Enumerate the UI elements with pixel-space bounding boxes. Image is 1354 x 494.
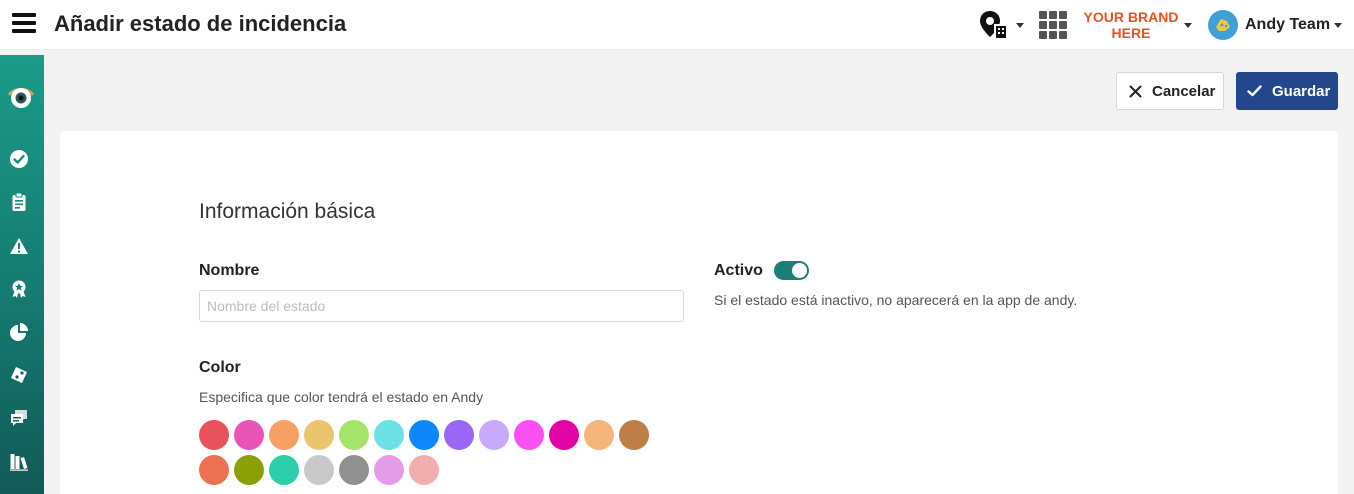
color-swatch[interactable] (269, 455, 299, 485)
color-swatch[interactable] (234, 420, 264, 450)
color-label: Color (199, 359, 241, 376)
check-icon (1247, 85, 1262, 97)
location-selector[interactable] (978, 0, 1024, 50)
color-help-text: Especifica que color tendrá el estado en… (199, 389, 484, 405)
page-title: Añadir estado de incidencia (54, 11, 347, 36)
form-card: Información básica Nombre Activo Si el e… (60, 131, 1338, 494)
user-avatar-icon (1216, 19, 1230, 31)
color-swatch[interactable] (514, 420, 544, 450)
color-swatch[interactable] (619, 420, 649, 450)
color-swatch[interactable] (304, 420, 334, 450)
color-swatch[interactable] (549, 420, 579, 450)
color-swatch[interactable] (444, 420, 474, 450)
color-swatch[interactable] (199, 420, 229, 450)
chat-icon[interactable] (9, 408, 29, 428)
brand-selector[interactable]: YOUR BRAND HERE (1082, 0, 1192, 50)
apps-grid-icon (1039, 11, 1067, 39)
eye-logo-icon[interactable] (6, 81, 36, 111)
pie-chart-icon[interactable] (9, 322, 29, 342)
name-input[interactable] (199, 290, 684, 322)
award-icon[interactable] (9, 279, 29, 299)
chevron-down-icon (1184, 22, 1192, 28)
avatar (1208, 10, 1238, 40)
check-circle-icon[interactable] (9, 149, 29, 169)
active-help-text: Si el estado está inactivo, no aparecerá… (714, 292, 1078, 308)
chevron-down-icon (1016, 22, 1024, 28)
apps-grid-button[interactable] (1039, 0, 1067, 50)
ticket-icon[interactable] (9, 365, 29, 385)
color-swatch[interactable] (584, 420, 614, 450)
books-icon[interactable] (9, 451, 29, 471)
warning-icon[interactable] (9, 236, 29, 256)
user-name: Andy Team (1245, 16, 1331, 33)
close-icon (1129, 85, 1142, 97)
toggle-knob (792, 263, 807, 278)
top-bar: Añadir estado de incidencia YOUR BRAND H… (0, 0, 1354, 50)
color-swatch[interactable] (339, 420, 369, 450)
color-swatch[interactable] (479, 420, 509, 450)
color-swatch[interactable] (304, 455, 334, 485)
name-label: Nombre (199, 262, 260, 279)
sidebar (0, 55, 44, 494)
active-label: Activo (714, 262, 763, 279)
section-title: Información básica (199, 200, 376, 223)
color-swatch[interactable] (374, 455, 404, 485)
color-swatch[interactable] (339, 455, 369, 485)
location-building-icon (980, 11, 1008, 39)
cancel-button[interactable]: Cancelar (1116, 72, 1224, 110)
color-swatch[interactable] (234, 455, 264, 485)
brand-logo: YOUR BRAND HERE (1083, 9, 1179, 41)
color-swatch[interactable] (269, 420, 299, 450)
color-swatch[interactable] (409, 455, 439, 485)
active-toggle[interactable] (774, 261, 809, 280)
chevron-down-icon (1334, 22, 1343, 28)
color-swatch[interactable] (199, 455, 229, 485)
save-button[interactable]: Guardar (1236, 72, 1338, 110)
user-menu[interactable]: Andy Team (1208, 0, 1343, 50)
color-swatch[interactable] (374, 420, 404, 450)
color-swatch[interactable] (409, 420, 439, 450)
clipboard-icon[interactable] (9, 192, 29, 212)
menu-icon[interactable] (12, 13, 36, 35)
